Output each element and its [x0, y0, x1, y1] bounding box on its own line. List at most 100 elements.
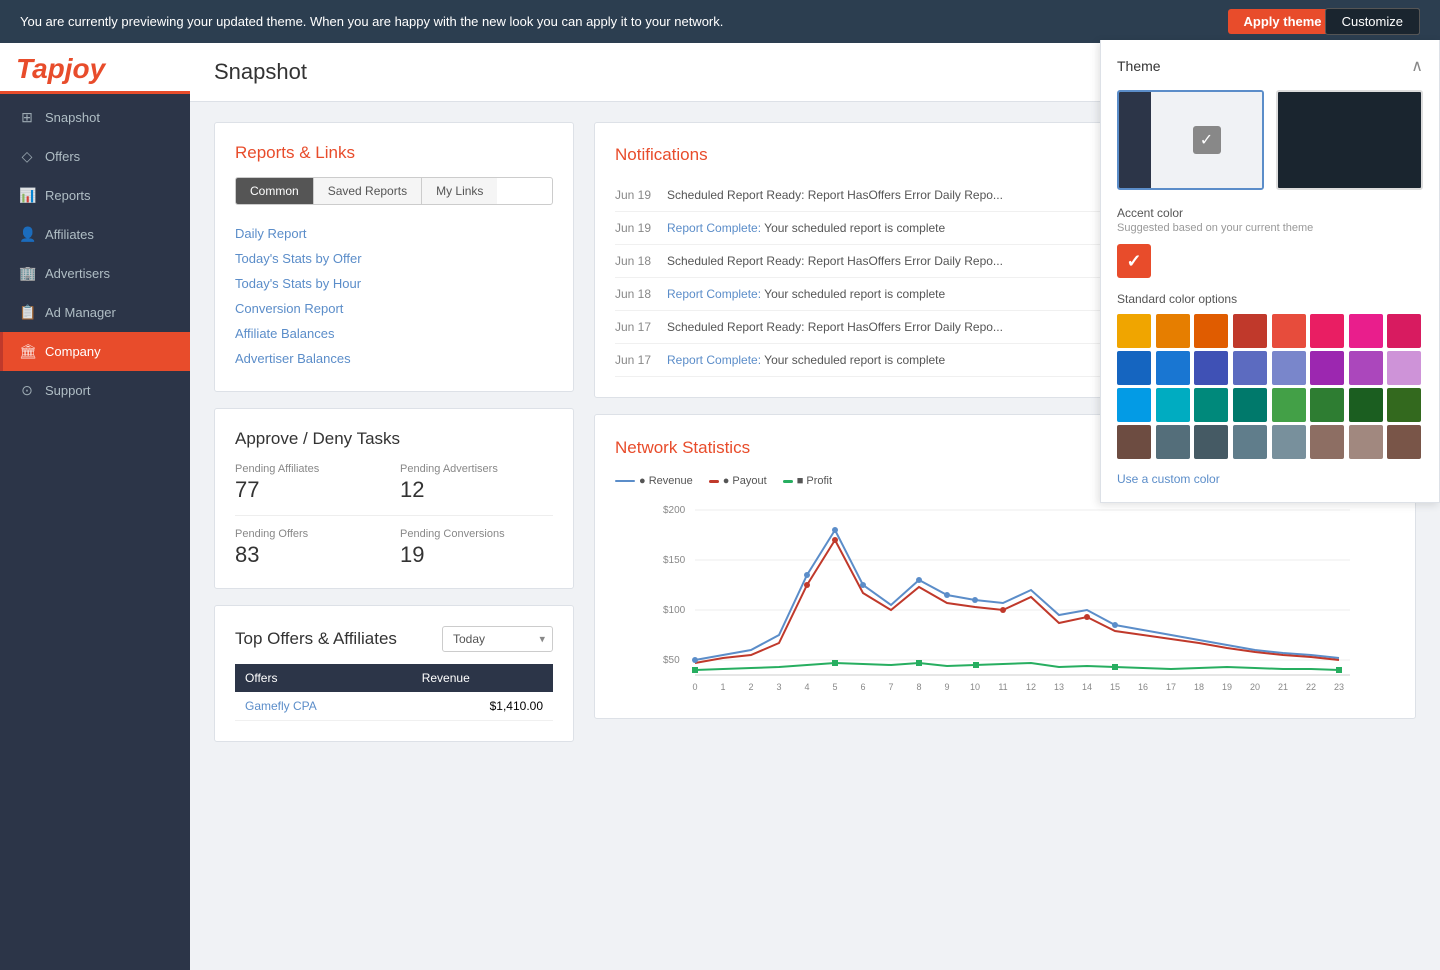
- color-swatch[interactable]: [1349, 425, 1383, 459]
- sidebar-item-label-support: Support: [45, 383, 91, 398]
- color-swatch[interactable]: [1272, 314, 1306, 348]
- color-swatch[interactable]: [1387, 351, 1421, 385]
- color-swatch[interactable]: [1156, 425, 1190, 459]
- color-swatch[interactable]: [1349, 388, 1383, 422]
- reports-tabs: Common Saved Reports My Links: [235, 177, 553, 205]
- report-link-todays-hour[interactable]: Today's Stats by Hour: [235, 271, 553, 296]
- svg-text:15: 15: [1110, 682, 1120, 692]
- offer-name: Gamefly CPA: [235, 692, 412, 721]
- sidebar-item-ad-manager[interactable]: 📋Ad Manager: [0, 293, 190, 332]
- sidebar-item-label-reports: Reports: [45, 188, 91, 203]
- svg-text:$100: $100: [663, 605, 686, 616]
- sidebar-item-support[interactable]: ⊙ Support: [0, 371, 190, 410]
- svg-text:11: 11: [998, 682, 1007, 692]
- sidebar-item-reports[interactable]: 📊Reports: [0, 176, 190, 215]
- color-swatch[interactable]: [1310, 425, 1344, 459]
- color-swatch[interactable]: [1233, 425, 1267, 459]
- apply-theme-button[interactable]: Apply theme: [1228, 9, 1338, 34]
- color-swatch[interactable]: [1156, 314, 1190, 348]
- color-swatch[interactable]: [1310, 351, 1344, 385]
- top-offers-period-select[interactable]: Today Yesterday Last 7 Days Last 30 Days: [442, 626, 553, 652]
- legend-profit: ■ Profit: [783, 475, 832, 487]
- company-icon: 🏛: [19, 343, 35, 360]
- svg-text:12: 12: [1026, 682, 1036, 692]
- sidebar-item-offers[interactable]: ◇Offers: [0, 137, 190, 176]
- col-revenue: Revenue: [412, 664, 553, 692]
- color-swatch[interactable]: [1310, 314, 1344, 348]
- notif-text: Scheduled Report Ready: Report HasOffers…: [667, 254, 1003, 268]
- tab-common[interactable]: Common: [236, 178, 314, 204]
- svg-text:17: 17: [1166, 682, 1176, 692]
- support-icon: ⊙: [19, 382, 35, 399]
- theme-panel-title: Theme: [1117, 58, 1161, 74]
- notif-text: Report Complete: Your scheduled report i…: [667, 353, 945, 367]
- tab-saved-reports[interactable]: Saved Reports: [314, 178, 422, 204]
- report-link-conversion[interactable]: Conversion Report: [235, 296, 553, 321]
- notif-link[interactable]: Report Complete:: [667, 221, 761, 235]
- color-swatch[interactable]: [1117, 314, 1151, 348]
- notif-text: Report Complete: Your scheduled report i…: [667, 287, 945, 301]
- logo-text: Tapjoy: [16, 55, 174, 83]
- report-link-todays-offer[interactable]: Today's Stats by Offer: [235, 246, 553, 271]
- color-swatch[interactable]: [1233, 351, 1267, 385]
- color-swatch[interactable]: [1349, 351, 1383, 385]
- tab-my-links[interactable]: My Links: [422, 178, 497, 204]
- svg-text:22: 22: [1306, 682, 1316, 692]
- task-num-advertisers: 12: [400, 477, 553, 503]
- custom-color-link[interactable]: Use a custom color: [1117, 472, 1220, 486]
- color-swatch[interactable]: [1233, 314, 1267, 348]
- theme-option-light[interactable]: ✓: [1117, 90, 1264, 190]
- task-divider: [235, 515, 553, 516]
- color-swatch[interactable]: [1194, 351, 1228, 385]
- color-swatch[interactable]: [1194, 388, 1228, 422]
- svg-text:10: 10: [970, 682, 980, 692]
- theme-selected-check: ✓: [1193, 126, 1221, 154]
- theme-panel: Theme ∧ ✓ Accent color Suggested based o…: [1100, 40, 1440, 503]
- sidebar-item-label-ad-manager: Ad Manager: [45, 305, 116, 320]
- sidebar-item-advertisers[interactable]: 🏢Advertisers: [0, 254, 190, 293]
- sidebar-item-label-company: Company: [45, 344, 101, 359]
- notif-link[interactable]: Report Complete:: [667, 353, 761, 367]
- offer-link[interactable]: Gamefly CPA: [245, 699, 317, 713]
- color-swatch[interactable]: [1387, 425, 1421, 459]
- reports-links-title-text: Reports & Links: [235, 143, 355, 162]
- sidebar-item-company[interactable]: 🏛 Company: [0, 332, 190, 371]
- color-swatch[interactable]: [1272, 388, 1306, 422]
- color-swatch[interactable]: [1310, 388, 1344, 422]
- customize-button[interactable]: Customize: [1325, 8, 1420, 35]
- color-swatch[interactable]: [1117, 425, 1151, 459]
- top-offers-header: Top Offers & Affiliates Today Yesterday …: [235, 626, 553, 652]
- notif-date: Jun 19: [615, 188, 657, 202]
- color-swatch[interactable]: [1194, 314, 1228, 348]
- color-swatch[interactable]: [1272, 425, 1306, 459]
- svg-text:13: 13: [1054, 682, 1064, 692]
- report-link-affiliate-balances[interactable]: Affiliate Balances: [235, 321, 553, 346]
- sidebar-item-snapshot[interactable]: ⊞Snapshot: [0, 98, 190, 137]
- color-swatch[interactable]: [1387, 388, 1421, 422]
- report-link-advertiser-balances[interactable]: Advertiser Balances: [235, 346, 553, 371]
- color-swatch[interactable]: [1272, 351, 1306, 385]
- theme-option-dark[interactable]: [1276, 90, 1423, 190]
- notif-link[interactable]: Report Complete:: [667, 287, 761, 301]
- color-swatch[interactable]: [1117, 351, 1151, 385]
- color-swatch[interactable]: [1387, 314, 1421, 348]
- color-swatch[interactable]: [1194, 425, 1228, 459]
- color-swatch[interactable]: [1349, 314, 1383, 348]
- svg-text:$150: $150: [663, 555, 686, 566]
- task-label-conversions: Pending Conversions: [400, 528, 553, 540]
- period-select-wrapper: Today Yesterday Last 7 Days Last 30 Days: [442, 626, 553, 652]
- sidebar-logo: Tapjoy: [0, 43, 190, 94]
- theme-body-preview: ✓: [1151, 92, 1262, 188]
- accent-check-icon: ✓: [1126, 251, 1141, 272]
- notif-date: Jun 17: [615, 320, 657, 334]
- color-swatch[interactable]: [1233, 388, 1267, 422]
- color-swatch[interactable]: [1117, 388, 1151, 422]
- sidebar-item-affiliates[interactable]: 👤Affiliates: [0, 215, 190, 254]
- accent-swatch[interactable]: ✓: [1117, 244, 1151, 278]
- color-grid: [1117, 314, 1423, 459]
- sidebar-item-label-offers: Offers: [45, 149, 80, 164]
- color-swatch[interactable]: [1156, 388, 1190, 422]
- color-swatch[interactable]: [1156, 351, 1190, 385]
- theme-collapse-button[interactable]: ∧: [1411, 56, 1423, 76]
- report-link-daily[interactable]: Daily Report: [235, 221, 553, 246]
